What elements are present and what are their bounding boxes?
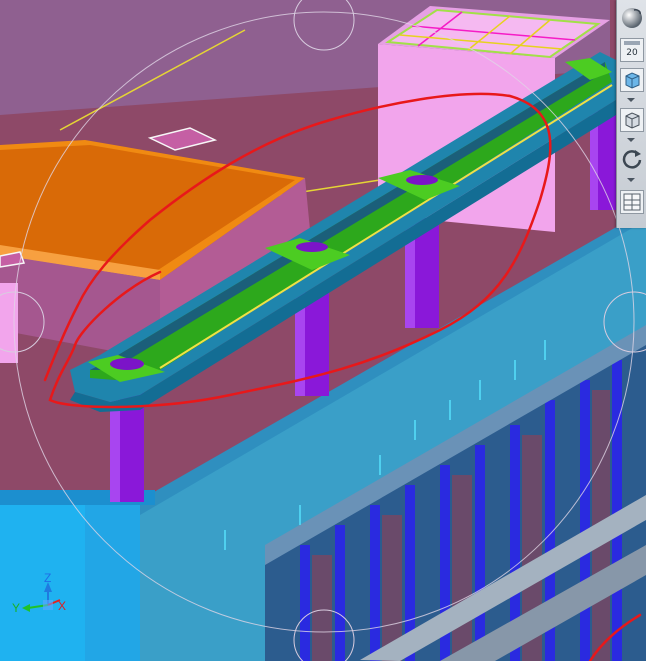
zoom-level-value: 20 bbox=[626, 48, 638, 58]
cube-view-dropdown-arrow[interactable] bbox=[627, 98, 635, 102]
box-view-dropdown-arrow[interactable] bbox=[627, 138, 635, 142]
box-view-button[interactable] bbox=[620, 108, 644, 132]
3d-model-viewport[interactable]: Z Y X bbox=[0, 0, 646, 661]
axis-y-label: Y bbox=[12, 601, 20, 615]
cube-view-icon bbox=[625, 72, 640, 89]
column-cap bbox=[296, 242, 328, 252]
axis-z-label: Z bbox=[44, 571, 51, 585]
rotate-icon bbox=[622, 150, 642, 169]
rotate-dropdown-arrow[interactable] bbox=[627, 178, 635, 182]
column-cap bbox=[110, 358, 144, 370]
layout-grid-icon bbox=[623, 193, 641, 211]
view-toolbar: 20 bbox=[616, 0, 646, 228]
column-cap bbox=[406, 175, 438, 185]
sphere-view-button[interactable] bbox=[620, 6, 644, 30]
sphere-view-icon bbox=[622, 8, 642, 28]
blue-wall-panel bbox=[0, 500, 85, 661]
zoom-level-button[interactable]: 20 bbox=[620, 38, 644, 62]
layout-grid-button[interactable] bbox=[620, 190, 644, 214]
axis-x-label: X bbox=[58, 599, 66, 613]
cube-view-button[interactable] bbox=[620, 68, 644, 92]
rotate-button[interactable] bbox=[620, 146, 644, 170]
box-view-icon bbox=[625, 112, 640, 129]
